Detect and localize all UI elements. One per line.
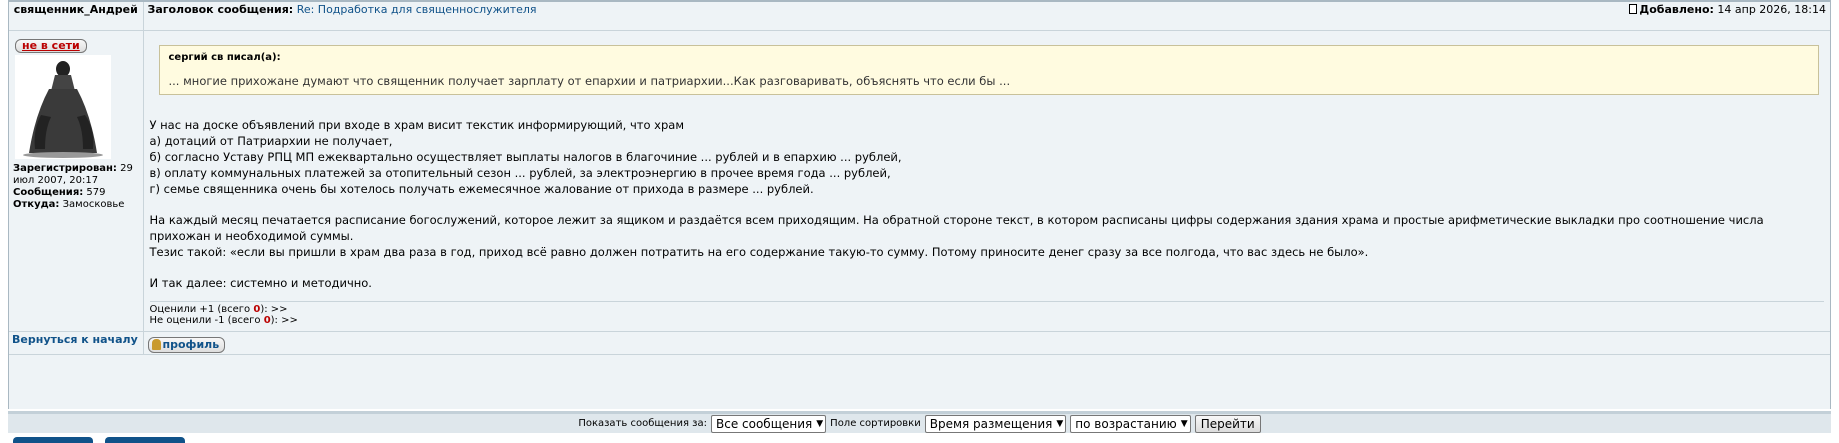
body-paragraph: На каждый месяц печатается расписание бо… (150, 212, 1825, 260)
profile-icon (151, 339, 161, 350)
bottom-tab[interactable] (105, 437, 185, 443)
body-line: б) согласно Уставу РПЦ МП ежеквартально … (149, 150, 902, 164)
post-body-row: не в сети Зарегистрирован: 29 июл 2007, (9, 30, 1830, 332)
body-paragraph: У нас на доске объявлений при входе в хр… (150, 117, 1825, 197)
post-icon[interactable] (1629, 4, 1638, 14)
period-select-value: Все сообщения (715, 416, 813, 431)
post-votes: Оценили +1 (всего 0): >> Не оценили -1 (… (149, 301, 1825, 326)
post-content: сергий св писал(а): ... многие прихожане… (143, 30, 1830, 332)
quote-title: сергий св писал(а): (168, 52, 281, 63)
subject-link[interactable]: Re: Подработка для священнослужителя (297, 3, 537, 16)
vote-plus-prefix: Оценили +1 (всего (149, 304, 254, 315)
post-header: Заголовок сообщения: Re: Подработка для … (143, 2, 1830, 31)
body-line: Тезис такой: «если вы пришли в храм два … (149, 245, 1369, 259)
profile-button[interactable]: профиль (147, 337, 226, 353)
vote-minus[interactable]: Не оценили -1 (всего 0): >> (150, 315, 1825, 326)
post-body: У нас на доске объявлений при входе в хр… (150, 117, 1825, 291)
vote-plus-suffix: ): >> (260, 304, 288, 315)
posted-label: Добавлено: (1639, 3, 1714, 16)
from-label: Откуда: (13, 199, 60, 210)
online-status-button[interactable]: не в сети (15, 39, 87, 53)
avatar (15, 55, 111, 159)
author-meta: Зарегистрирован: 29 июл 2007, 20:17 Сооб… (13, 163, 139, 211)
posts-value: 579 (86, 187, 106, 198)
quote-block: сергий св писал(а): ... многие прихожане… (158, 45, 1819, 95)
posted-date: 14 апр 2026, 18:14 (1717, 3, 1826, 16)
vote-minus-suffix: ): >> (270, 315, 298, 326)
posts-label: Сообщения: (13, 187, 84, 198)
registered-label: Зарегистрирован: (13, 163, 117, 174)
subject-label: Заголовок сообщения: (147, 3, 294, 16)
profile-button-label: профиль (162, 338, 220, 351)
bottom-tabs (13, 437, 185, 443)
post-actions: профиль (143, 331, 1830, 355)
sort-select[interactable]: Время размещения ▼ (924, 414, 1067, 433)
body-line: в) оплату коммунальных платежей за отопи… (149, 166, 891, 180)
order-select[interactable]: по возрастанию ▼ (1070, 414, 1191, 433)
post-header-row: священник_Андрей Заголовок сообщения: Re… (9, 2, 1830, 31)
period-select[interactable]: Все сообщения ▼ (710, 414, 827, 433)
body-line: г) семье священника очень бы хотелось по… (149, 182, 814, 196)
body-line: У нас на доске объявлений при входе в хр… (149, 118, 685, 132)
post-container: священник_Андрей Заголовок сообщения: Re… (8, 0, 1831, 409)
quote-text: ... многие прихожане думают что священни… (168, 74, 1011, 88)
body-line: а) дотаций от Патриархии не получает, (149, 134, 393, 148)
post-table: священник_Андрей Заголовок сообщения: Re… (9, 2, 1830, 355)
order-select-value: по возрастанию (1075, 416, 1177, 431)
show-posts-label: Показать сообщения за: (578, 418, 707, 429)
avatar-image (15, 55, 111, 159)
display-options-bar: Показать сообщения за: Все сообщения ▼ По… (8, 411, 1831, 433)
chevron-down-icon: ▼ (1180, 418, 1188, 429)
body-line: На каждый месяц печатается расписание бо… (149, 213, 1764, 243)
post-footer-row: Вернуться к началу профиль (9, 331, 1830, 355)
chevron-down-icon: ▼ (816, 418, 824, 429)
post-date: Добавлено: 14 апр 2026, 18:14 (1629, 3, 1829, 16)
from-value: Замосковье (62, 199, 125, 210)
author-profile: не в сети Зарегистрирован: 29 июл 2007, (9, 30, 144, 332)
vote-minus-count: 0 (263, 315, 271, 326)
body-paragraph: И так далее: системно и методично. (150, 275, 1825, 291)
chevron-down-icon: ▼ (1056, 418, 1064, 429)
post-subject: Заголовок сообщения: Re: Подработка для … (145, 3, 537, 16)
sort-select-value: Время размещения (929, 416, 1053, 431)
vote-plus[interactable]: Оценили +1 (всего 0): >> (150, 304, 1825, 315)
vote-minus-prefix: Не оценили -1 (всего (149, 315, 264, 326)
bottom-tab[interactable] (13, 437, 93, 443)
body-line: И так далее: системно и методично. (149, 276, 372, 290)
author-name[interactable]: священник_Андрей (9, 2, 144, 31)
sort-label: Поле сортировки (830, 418, 921, 429)
go-button[interactable]: Перейти (1194, 414, 1261, 433)
back-to-top-link[interactable]: Вернуться к началу (9, 331, 144, 355)
